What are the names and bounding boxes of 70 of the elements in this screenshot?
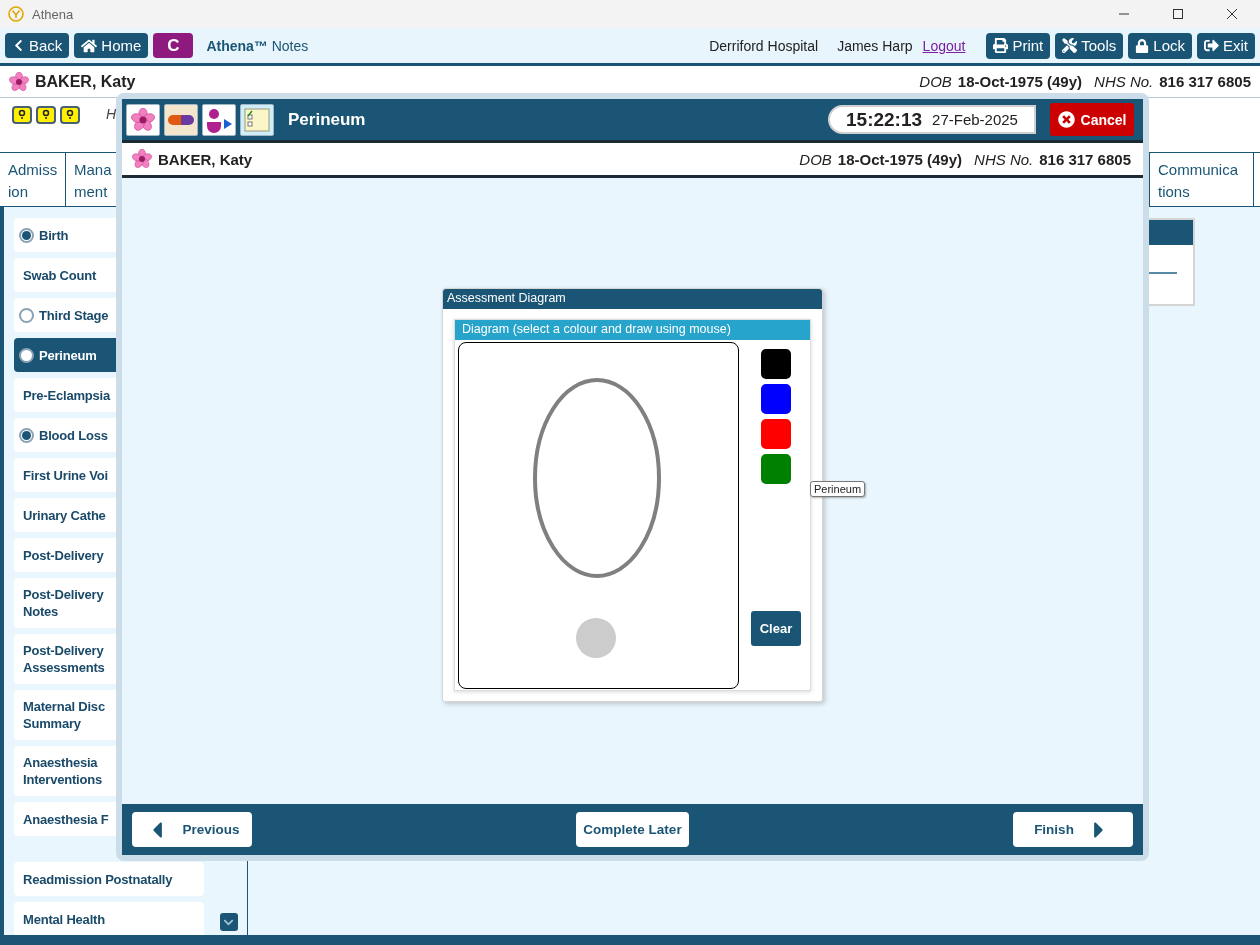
window-title: Athena bbox=[32, 6, 75, 22]
colour-swatch[interactable] bbox=[761, 384, 791, 414]
help-icon[interactable] bbox=[12, 106, 32, 124]
lock-button[interactable]: Lock bbox=[1128, 32, 1192, 59]
person-arrow-icon bbox=[205, 106, 233, 133]
tools-button[interactable]: Tools bbox=[1055, 32, 1124, 59]
dob-label: DOB bbox=[919, 73, 952, 90]
help-icon[interactable] bbox=[60, 106, 80, 124]
nhs-label: NHS No. bbox=[1094, 73, 1154, 90]
dob-label: DOB bbox=[799, 150, 832, 168]
exit-button[interactable]: Exit bbox=[1197, 32, 1255, 59]
sidebar-item[interactable]: Readmission Postnatally bbox=[14, 862, 204, 896]
app-logo-icon bbox=[8, 6, 24, 22]
nhs-label: NHS No. bbox=[974, 150, 1034, 168]
panel-title: Assessment Diagram bbox=[443, 289, 822, 309]
date-text: 27-Feb-2025 bbox=[932, 111, 1018, 128]
hospital-name: Derriford Hospital bbox=[709, 37, 819, 54]
cancel-button[interactable]: Cancel bbox=[1050, 103, 1134, 136]
c-badge[interactable]: C bbox=[153, 33, 194, 58]
home-button[interactable]: Home bbox=[74, 33, 149, 58]
colour-swatch[interactable] bbox=[761, 349, 791, 379]
circle-marker bbox=[576, 618, 616, 658]
dob-value: 18-Oct-1975 (49y) bbox=[957, 73, 1083, 90]
flower-icon bbox=[131, 107, 155, 132]
patient-name: BAKER, Katy bbox=[158, 150, 254, 168]
complete-later-button[interactable]: Complete Later bbox=[576, 812, 689, 847]
previous-button[interactable]: Previous bbox=[132, 812, 252, 847]
print-button[interactable]: Print bbox=[986, 32, 1051, 59]
home-icon bbox=[81, 37, 98, 54]
info-text: H bbox=[106, 106, 117, 122]
tools-icon bbox=[1062, 38, 1078, 53]
sidebar-item[interactable]: Mental Health bbox=[14, 902, 204, 935]
back-icon bbox=[12, 39, 25, 52]
notes-button[interactable] bbox=[240, 103, 274, 136]
maximize-icon[interactable] bbox=[1172, 8, 1184, 20]
nhs-value: 816 317 6805 bbox=[1039, 150, 1131, 168]
lock-icon bbox=[1135, 38, 1150, 53]
printer-icon bbox=[993, 38, 1009, 53]
colour-swatch[interactable] bbox=[761, 454, 791, 484]
user-name: James Harp bbox=[837, 37, 913, 54]
radio-button[interactable] bbox=[19, 307, 34, 323]
flower-button[interactable] bbox=[126, 103, 160, 136]
nhs-value: 816 317 6805 bbox=[1159, 73, 1251, 90]
flower-icon bbox=[9, 71, 29, 92]
dialog-title: Perineum bbox=[288, 109, 367, 130]
radio-button[interactable] bbox=[19, 227, 34, 243]
tab[interactable]: Admiss ion bbox=[0, 153, 66, 206]
close-icon[interactable] bbox=[1226, 8, 1238, 20]
diagram-header: Diagram (select a colour and draw using mouse) bbox=[455, 320, 810, 340]
medication-button[interactable] bbox=[164, 103, 198, 136]
logout-link[interactable]: Logout bbox=[922, 37, 966, 54]
notepad-icon bbox=[243, 106, 271, 133]
radio-button[interactable] bbox=[19, 347, 34, 363]
help-icon[interactable] bbox=[36, 106, 56, 124]
flower-icon bbox=[132, 149, 152, 169]
clear-button[interactable]: Clear bbox=[751, 611, 801, 646]
colour-swatch[interactable] bbox=[761, 419, 791, 449]
scroll-down-button[interactable] bbox=[219, 913, 238, 931]
person-button[interactable] bbox=[202, 103, 236, 136]
drawing-canvas[interactable] bbox=[458, 342, 739, 689]
patient-name: BAKER, Katy bbox=[35, 72, 137, 91]
exit-icon bbox=[1204, 38, 1219, 53]
radio-button[interactable] bbox=[19, 427, 34, 443]
back-button[interactable]: Back bbox=[5, 33, 70, 58]
dob-value: 18-Oct-1975 (49y) bbox=[837, 150, 963, 168]
app-name: Athena™ Notes bbox=[206, 37, 310, 54]
finish-button[interactable]: Finish bbox=[1013, 812, 1133, 847]
pill-icon bbox=[167, 113, 195, 126]
time-text: 15:22:13 bbox=[846, 108, 923, 131]
tooltip: Perineum bbox=[810, 481, 866, 497]
